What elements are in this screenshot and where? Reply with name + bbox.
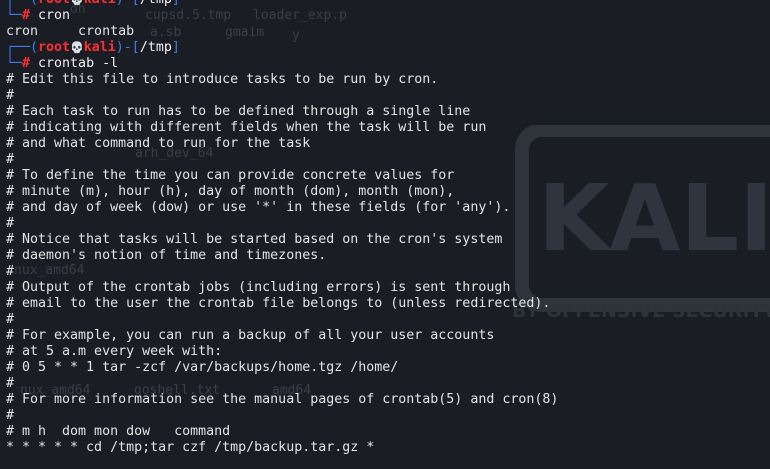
output-line: # For more information see the manual pa… xyxy=(6,392,559,407)
prompt-bracket: )-[ xyxy=(115,40,140,55)
output-line: # xyxy=(6,88,15,103)
output-line: * * * * * cd /tmp;tar czf /tmp/backup.ta… xyxy=(6,440,375,455)
command-line: └─# crontab -l xyxy=(6,56,770,72)
output-line: # Notice that tasks will be started base… xyxy=(6,232,503,247)
output-line: # xyxy=(6,152,15,167)
prompt-header: ┌──(root💀kali)-[/tmp] xyxy=(6,40,770,56)
prompt-path: /tmp xyxy=(139,40,172,55)
output-line: # xyxy=(6,216,15,231)
output-line: # indicating with different fields when … xyxy=(6,120,487,135)
prompt-header: ┌──(root💀kali)-[/tmp] xyxy=(6,0,770,8)
output-line: # minute (m), hour (h), day of month (do… xyxy=(6,184,455,199)
output-line: # xyxy=(6,312,15,327)
prompt-bracket: )-[ xyxy=(116,0,140,7)
command-text: cron xyxy=(38,8,71,23)
skull-icon: 💀 xyxy=(70,0,84,6)
output-line: cron crontab xyxy=(6,24,135,39)
command-line: └─# cron xyxy=(6,8,770,24)
output-line: # xyxy=(6,408,15,423)
skull-icon: 💀 xyxy=(70,41,84,54)
prompt-bracket: ] xyxy=(172,0,180,7)
command-text: crontab -l xyxy=(38,56,119,71)
output-line: # Output of the crontab jobs (including … xyxy=(6,280,511,295)
output-line: # xyxy=(6,264,15,279)
output-line: # email to the user the crontab file bel… xyxy=(6,296,551,311)
prompt-hash: # xyxy=(22,8,39,23)
output-line: # 0 5 * * 1 tar -zcf /var/backups/home.t… xyxy=(6,360,399,375)
output-line: # xyxy=(6,376,15,391)
output-line: # at 5 a.m every week with: xyxy=(6,344,223,359)
prompt-bracket: ┌──( xyxy=(6,40,39,55)
output-line: # and what command to run for the task xyxy=(6,136,311,151)
output-line: # Edit this file to introduce tasks to b… xyxy=(6,72,439,87)
prompt-host: kali xyxy=(83,40,116,55)
output-line: # To define the time you can provide con… xyxy=(6,168,455,183)
output-line: # m h dom mon dow command xyxy=(6,424,231,439)
output-line: # and day of week (dow) or use '*' in th… xyxy=(6,200,511,215)
output-line: # For example, you can run a backup of a… xyxy=(6,328,495,343)
prompt-user: root xyxy=(38,40,71,55)
prompt-bracket: └─ xyxy=(6,8,23,23)
terminal-output[interactable]: ┌──(root💀kali)-[/tmp]└─# croncron cronta… xyxy=(6,0,770,456)
prompt-hash: # xyxy=(22,56,39,71)
output-line: # daemon's notion of time and timezones. xyxy=(6,248,327,263)
prompt-path: /tmp xyxy=(140,0,172,7)
prompt-user: root xyxy=(38,0,70,7)
prompt-bracket: └─ xyxy=(6,56,23,71)
prompt-bracket: ┌──( xyxy=(6,0,38,7)
prompt-host: kali xyxy=(84,0,116,7)
prompt-bracket: ] xyxy=(171,40,180,55)
output-line: # Each task to run has to be defined thr… xyxy=(6,104,471,119)
